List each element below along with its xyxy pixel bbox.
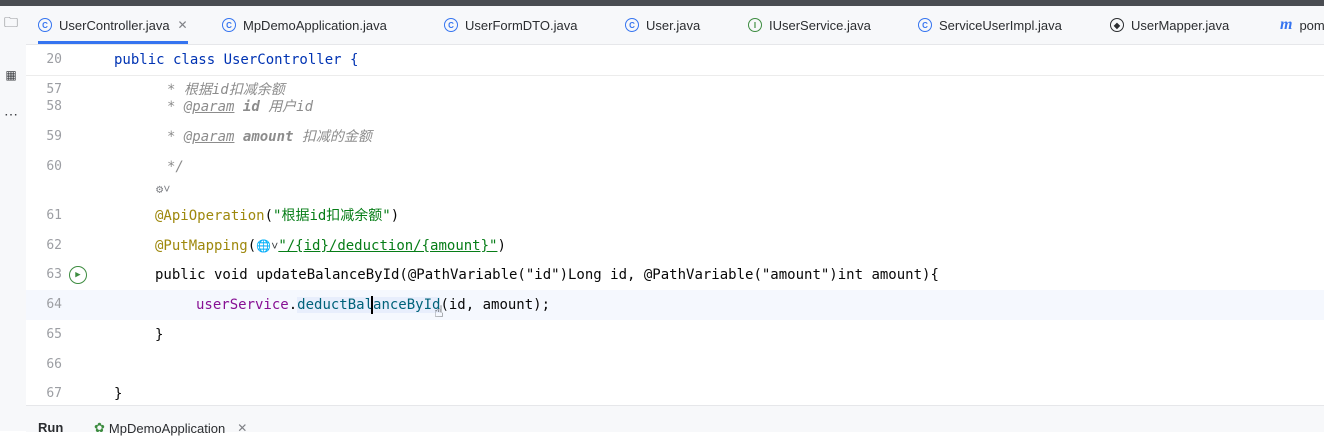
javadoc-param-line: * @param amount 扣减的金额 [167, 129, 372, 145]
run-config-icon: ✿ [94, 420, 105, 435]
class-declaration: public class UserController { [114, 52, 359, 68]
tab-user-form-dto[interactable]: C UserFormDTO.java [444, 6, 577, 44]
code-vision-icon[interactable]: ⚙˅ [156, 177, 170, 201]
tab-label: MpDemoApplication.java [243, 17, 387, 33]
class-icon: C [444, 18, 458, 32]
run-tool-window-bar: Run ✿ MpDemoApplication ✕ [26, 405, 1324, 436]
code-line-current: 64 userService.deductBalanceById(id, amo… [26, 290, 1324, 321]
structure-icon[interactable]: ▦ [0, 68, 22, 82]
code-editor[interactable]: 57 * 根据id扣减余额 58 * @param id 用户id 59 * @… [26, 45, 1324, 405]
javadoc-param-line: * @param id 用户id [167, 99, 314, 115]
more-tools-icon[interactable]: ⋯ [0, 106, 22, 123]
tab-label: User.java [646, 17, 701, 33]
annotation-line: @PutMapping(🌐˅"/{id}/deduction/{amount}"… [155, 238, 506, 254]
method-name[interactable]: deductBalanceById [297, 297, 441, 313]
close-tab-icon[interactable]: ✕ [178, 18, 188, 32]
run-endpoint-icon[interactable]: ▶ [69, 266, 87, 284]
code-line: 58 * @param id 用户id [26, 92, 1324, 122]
code-line: 66 [26, 350, 1324, 380]
code-line: 65 } [26, 320, 1324, 350]
tab-label: ServiceUserImpl.java [939, 17, 1062, 33]
mouse-pointer-icon: ☝ [434, 302, 444, 321]
tab-iuser-service[interactable]: I IUserService.java [748, 6, 871, 44]
tab-label: UserFormDTO.java [465, 17, 578, 33]
inlay-hint-row: ⚙˅ [26, 177, 1324, 201]
method-call-line: userService.deductBalanceById(id, amount… [196, 297, 551, 313]
class-icon: C [918, 18, 932, 32]
tab-label: UserMapper.java [1131, 17, 1230, 33]
class-icon: C [625, 18, 639, 32]
run-config-label: MpDemoApplication [108, 420, 226, 436]
tab-pom[interactable]: m pom [1280, 6, 1324, 44]
line-number: 65 [46, 327, 62, 342]
tab-label: IUserService.java [769, 17, 871, 33]
mapper-icon: ◆ [1110, 18, 1124, 32]
line-number: 59 [46, 129, 62, 144]
editor-tab-bar: C UserController.java ✕ C MpDemoApplicat… [26, 6, 1324, 45]
project-folder-icon[interactable]: 🗀 [0, 12, 22, 36]
maven-icon: m [1280, 16, 1293, 33]
code-line: 62 @PutMapping(🌐˅"/{id}/deduction/{amoun… [26, 231, 1324, 261]
tab-user-mapper[interactable]: ◆ UserMapper.java [1110, 6, 1229, 44]
tab-user-controller[interactable]: C UserController.java ✕ [38, 6, 188, 44]
code-line: 63 ▶ public void updateBalanceById(@Path… [26, 260, 1324, 290]
method-signature: public void updateBalanceById(@PathVaria… [155, 267, 939, 283]
line-number: 62 [46, 238, 62, 253]
line-number: 63 [46, 267, 62, 282]
code-line: 59 * @param amount 扣减的金额 [26, 122, 1324, 152]
run-tab-label[interactable]: Run [38, 420, 63, 435]
spring-class-icon: C [222, 18, 236, 32]
line-number: 58 [46, 99, 62, 114]
tab-label: UserController.java [59, 17, 170, 33]
class-icon: C [38, 18, 52, 32]
tab-user[interactable]: C User.java [625, 6, 700, 44]
close-run-tab-icon[interactable]: ✕ [237, 421, 247, 435]
line-number: 61 [46, 208, 62, 223]
interface-icon: I [748, 18, 762, 32]
closing-brace: } [155, 327, 164, 343]
annotation-line: @ApiOperation("根据id扣减余额") [155, 208, 400, 224]
line-number: 64 [46, 297, 62, 312]
globe-icon[interactable]: 🌐˅ [256, 239, 278, 253]
text-caret [371, 296, 373, 314]
sticky-scope-header[interactable]: 20 public class UserController { [26, 45, 1324, 76]
tab-label: pom [1299, 17, 1324, 33]
line-number: 20 [46, 52, 62, 67]
run-config-tab[interactable]: ✿ MpDemoApplication ✕ [94, 420, 247, 436]
tab-service-user-impl[interactable]: C ServiceUserImpl.java [918, 6, 1062, 44]
line-number: 66 [46, 357, 62, 372]
tab-mp-demo-application[interactable]: C MpDemoApplication.java [222, 6, 387, 44]
code-line: 61 @ApiOperation("根据id扣减余额") [26, 201, 1324, 231]
left-tool-strip: 🗀 ▦ ⋯ [0, 6, 27, 431]
